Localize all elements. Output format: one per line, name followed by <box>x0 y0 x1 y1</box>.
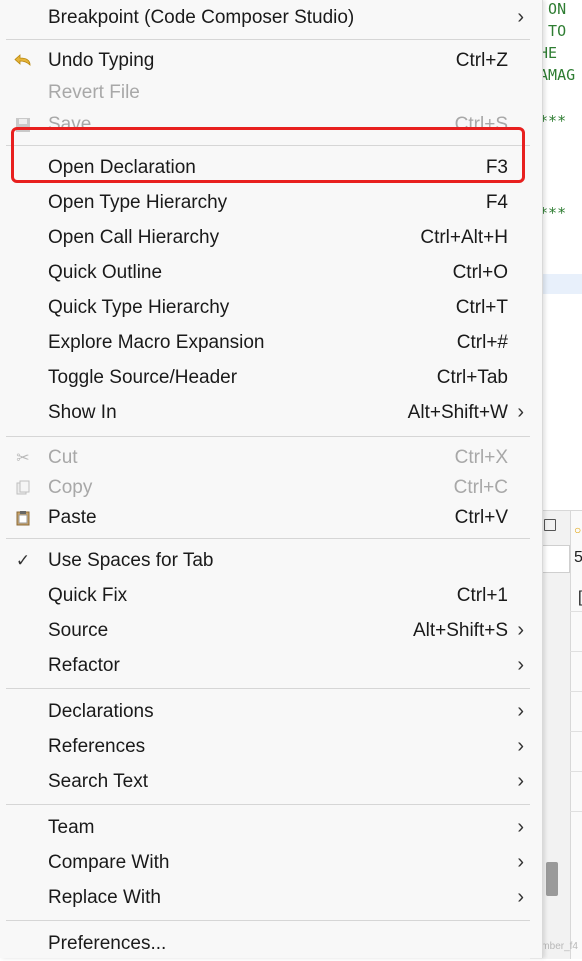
menu-item-open-type-hierarchy[interactable]: Open Type Hierarchy F4 <box>0 185 542 220</box>
menu-item-search-text[interactable]: Search Text › <box>0 764 542 799</box>
submenu-arrow-icon: › <box>517 619 524 641</box>
menu-item-preferences[interactable]: Preferences... <box>0 926 542 961</box>
menu-item-shortcut: F4 <box>485 192 508 213</box>
panel-divider <box>570 731 582 732</box>
menu-item-label: Replace With <box>48 887 161 908</box>
menu-item-label: Use Spaces for Tab <box>48 550 214 571</box>
submenu-arrow-icon: › <box>517 816 524 838</box>
menu-item-label: Team <box>48 817 95 838</box>
panel-column <box>570 511 582 959</box>
submenu-arrow-icon: › <box>517 401 524 423</box>
panel-divider <box>570 691 582 692</box>
menu-separator <box>6 436 530 437</box>
menu-item-label: Explore Macro Expansion <box>48 332 265 353</box>
menu-item-explore-macro-expansion[interactable]: Explore Macro Expansion Ctrl+# <box>0 325 542 360</box>
context-menu: Breakpoint (Code Composer Studio) › Undo… <box>0 0 543 958</box>
menu-item-quick-outline[interactable]: Quick Outline Ctrl+O <box>0 255 542 290</box>
menu-separator <box>6 538 530 539</box>
menu-item-quick-fix[interactable]: Quick Fix Ctrl+1 <box>0 578 542 613</box>
menu-item-shortcut: Ctrl+1 <box>456 585 508 606</box>
menu-item-label: Open Call Hierarchy <box>48 227 220 248</box>
highlight-annotation-box <box>11 127 525 183</box>
menu-item-shortcut: Ctrl+O <box>452 262 508 283</box>
menu-item-label: Search Text <box>48 771 148 792</box>
menu-item-label: Paste <box>48 507 97 528</box>
submenu-arrow-icon: › <box>517 886 524 908</box>
undo-arrow-icon <box>10 43 36 78</box>
menu-item-paste[interactable]: Paste Ctrl+V <box>0 500 542 535</box>
menu-item-shortcut: Alt+Shift+S <box>412 620 508 641</box>
panel-field[interactable] <box>540 545 570 573</box>
menu-item-label: Quick Outline <box>48 262 163 283</box>
panel-divider <box>570 651 582 652</box>
submenu-arrow-icon: › <box>517 851 524 873</box>
panel-divider <box>570 611 582 612</box>
menu-item-label: Revert File <box>48 82 140 103</box>
menu-item-shortcut: Ctrl+T <box>455 297 508 318</box>
menu-item-shortcut: Ctrl+Tab <box>436 367 508 388</box>
menu-item-shortcut: Alt+Shift+W <box>407 402 508 423</box>
menu-item-breakpoint[interactable]: Breakpoint (Code Composer Studio) › <box>0 0 542 35</box>
menu-item-toggle-source-header[interactable]: Toggle Source/Header Ctrl+Tab <box>0 360 542 395</box>
menu-item-label: Refactor <box>48 655 120 676</box>
menu-item-refactor[interactable]: Refactor › <box>0 648 542 683</box>
submenu-arrow-icon: › <box>517 654 524 676</box>
menu-item-references[interactable]: References › <box>0 729 542 764</box>
menu-separator <box>6 804 530 805</box>
panel-value: 5 <box>574 549 582 566</box>
scrollbar-thumb[interactable] <box>546 862 558 896</box>
menu-item-label: Breakpoint (Code Composer Studio) <box>48 7 355 28</box>
panel-divider <box>570 811 582 812</box>
menu-item-label: Preferences... <box>48 933 167 954</box>
menu-item-shortcut: Ctrl+# <box>456 332 508 353</box>
menu-item-shortcut: Ctrl+Z <box>455 50 508 71</box>
panel-divider <box>570 771 582 772</box>
menu-item-use-spaces-for-tab[interactable]: ✓ Use Spaces for Tab <box>0 543 542 578</box>
menu-item-declarations[interactable]: Declarations › <box>0 694 542 729</box>
menu-item-label: Source <box>48 620 109 641</box>
checkmark-icon: ✓ <box>15 550 31 570</box>
menu-separator <box>6 688 530 689</box>
menu-item-label: References <box>48 736 146 757</box>
menu-item-revert-file[interactable]: Revert File <box>0 75 542 110</box>
menu-item-label: Quick Fix <box>48 585 128 606</box>
submenu-arrow-icon: › <box>517 770 524 792</box>
menu-item-replace-with[interactable]: Replace With › <box>0 880 542 915</box>
menu-item-source[interactable]: Source Alt+Shift+S › <box>0 613 542 648</box>
submenu-arrow-icon: › <box>517 700 524 722</box>
menu-item-label: Undo Typing <box>48 50 155 71</box>
clipboard-icon <box>10 500 36 535</box>
panel-bracket: [ <box>578 589 582 607</box>
menu-separator <box>6 39 530 40</box>
menu-item-shortcut: Ctrl+Alt+H <box>420 227 508 248</box>
menu-item-show-in[interactable]: Show In Alt+Shift+W › <box>0 395 542 430</box>
menu-separator <box>6 920 530 921</box>
menu-item-undo-typing[interactable]: Undo Typing Ctrl+Z <box>0 43 542 78</box>
menu-item-quick-type-hierarchy[interactable]: Quick Type Hierarchy Ctrl+T <box>0 290 542 325</box>
panel-maximize-icon[interactable] <box>544 519 556 531</box>
menu-item-label: Open Type Hierarchy <box>48 192 228 213</box>
menu-item-label: Toggle Source/Header <box>48 367 238 388</box>
menu-item-compare-with[interactable]: Compare With › <box>0 845 542 880</box>
menu-item-team[interactable]: Team › <box>0 810 542 845</box>
menu-item-label: Declarations <box>48 701 154 722</box>
submenu-arrow-icon: › <box>517 735 524 757</box>
menu-item-label: Compare With <box>48 852 170 873</box>
submenu-arrow-icon: › <box>517 6 524 28</box>
menu-item-shortcut: Ctrl+V <box>454 507 508 528</box>
menu-item-open-call-hierarchy[interactable]: Open Call Hierarchy Ctrl+Alt+H <box>0 220 542 255</box>
menu-item-label: Show In <box>48 402 117 423</box>
panel-tab-icon: ○ <box>574 523 582 537</box>
menu-item-label: Quick Type Hierarchy <box>48 297 230 318</box>
